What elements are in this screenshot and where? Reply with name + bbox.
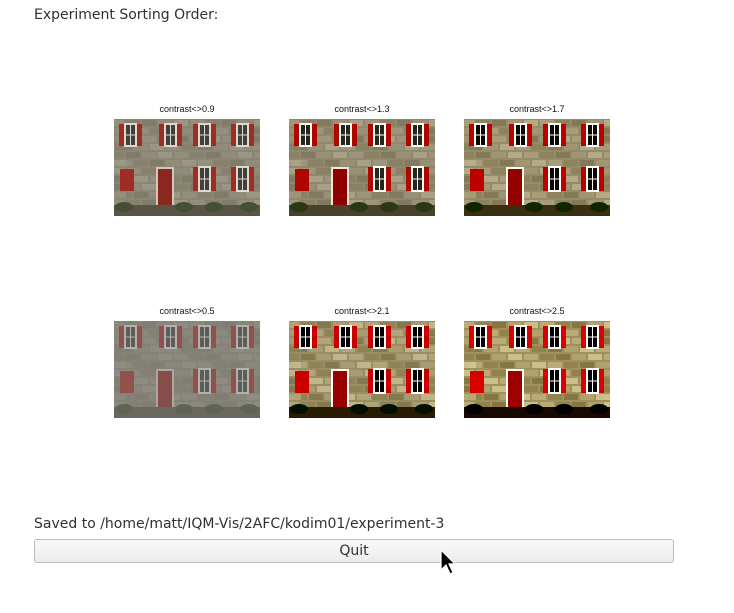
house-photo <box>114 119 260 216</box>
image-caption: contrast<>1.3 <box>334 104 390 114</box>
image-caption: contrast<>1.7 <box>509 104 565 114</box>
image-caption: contrast<>0.5 <box>159 306 215 316</box>
image-caption: contrast<>2.1 <box>334 306 390 316</box>
quit-button[interactable]: Quit <box>34 539 674 563</box>
mouse-pointer-icon <box>440 549 456 575</box>
house-photo <box>464 321 610 418</box>
house-photo <box>289 119 435 216</box>
house-photo <box>114 321 260 418</box>
house-photo <box>464 119 610 216</box>
image-caption: contrast<>0.9 <box>159 104 215 114</box>
image-caption: contrast<>2.5 <box>509 306 565 316</box>
saved-path-label: Saved to /home/matt/IQM-Vis/2AFC/kodim01… <box>34 516 445 532</box>
heading: Experiment Sorting Order: <box>34 7 219 23</box>
house-photo <box>289 321 435 418</box>
